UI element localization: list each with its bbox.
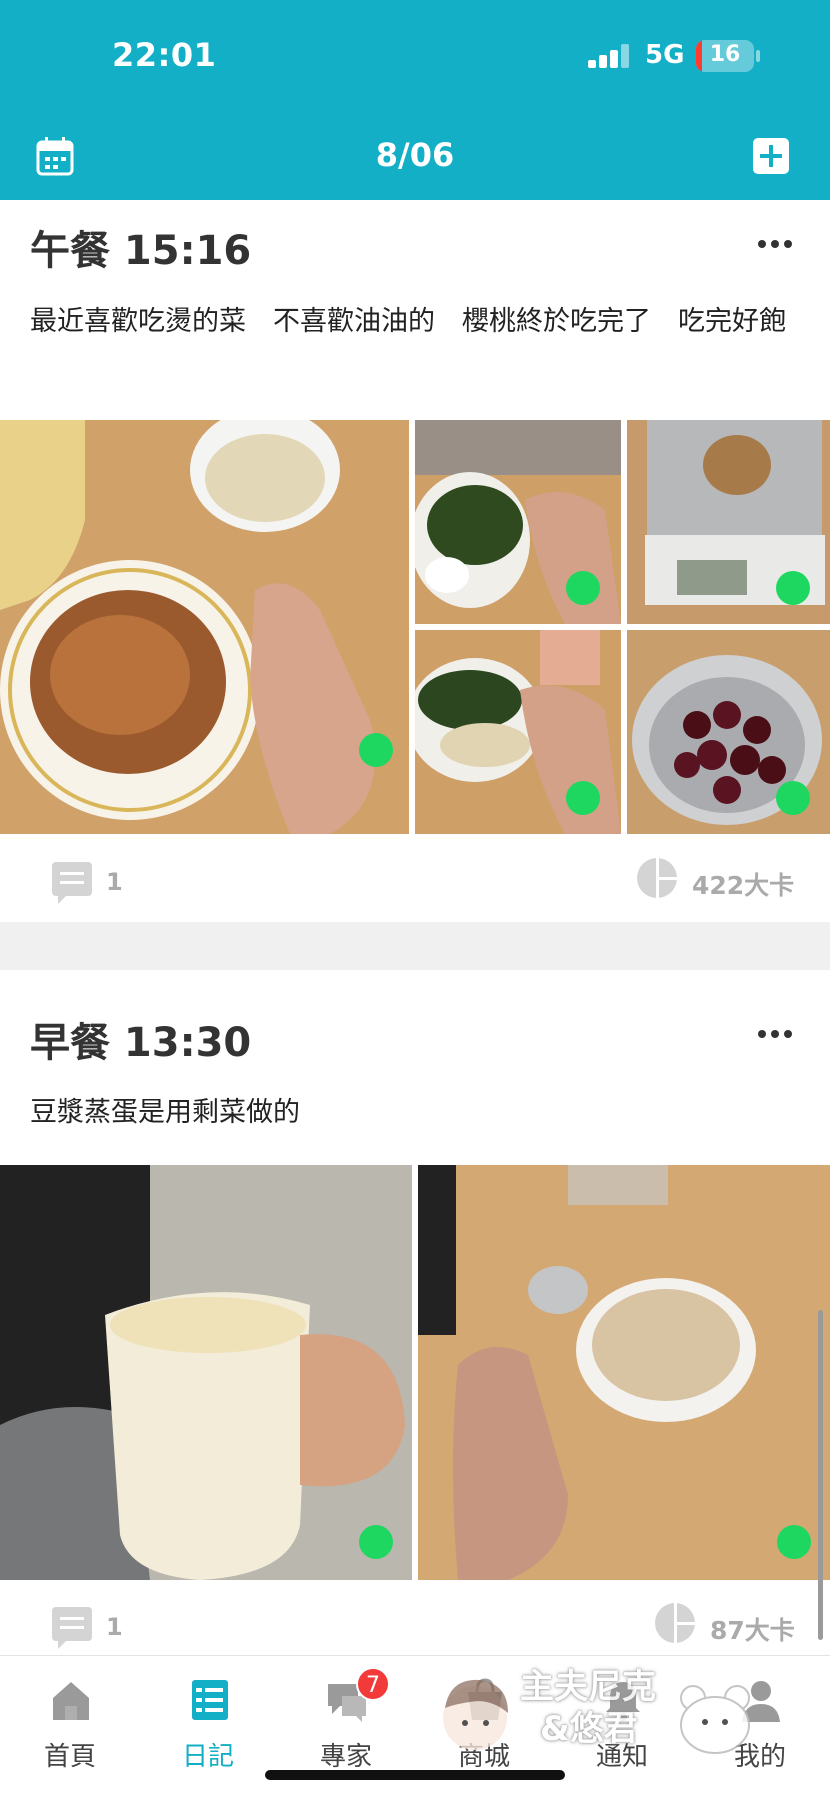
signal-icon bbox=[588, 44, 632, 68]
entry-divider bbox=[0, 922, 830, 970]
scrollbar[interactable] bbox=[818, 1310, 823, 1640]
comment-count: 1 bbox=[106, 868, 123, 896]
meal-title: 午餐 15:16 bbox=[30, 228, 252, 274]
nav-label: 我的 bbox=[733, 1742, 786, 1772]
shop-icon bbox=[468, 1678, 502, 1720]
meal-entry-breakfast: 早餐 13:30 豆漿蒸蛋是用剩菜做的 1 87大卡 bbox=[0, 970, 830, 1655]
nav-diary[interactable]: 日記 bbox=[148, 1670, 268, 1772]
calorie-total: 422大卡 bbox=[692, 871, 795, 900]
home-indicator[interactable] bbox=[265, 1770, 565, 1780]
calorie-total: 87大卡 bbox=[710, 1616, 795, 1645]
nav-home[interactable]: 首頁 bbox=[10, 1670, 130, 1772]
meal-title: 早餐 13:30 bbox=[30, 1020, 252, 1066]
add-entry-icon[interactable] bbox=[753, 138, 789, 174]
meal-photo[interactable] bbox=[415, 420, 621, 624]
nav-label: 專家 bbox=[319, 1742, 372, 1772]
network-type: 5G bbox=[645, 40, 685, 70]
nav-label: 商城 bbox=[457, 1742, 510, 1772]
calorie-icon bbox=[655, 1603, 695, 1643]
status-time: 22:01 bbox=[112, 36, 217, 74]
battery-tip bbox=[756, 50, 760, 62]
meal-photo[interactable] bbox=[415, 630, 621, 834]
battery-icon: 16 bbox=[696, 40, 754, 72]
comment-icon[interactable] bbox=[52, 862, 92, 904]
battery-level: 16 bbox=[709, 42, 741, 67]
meal-note: 最近喜歡吃燙的菜 不喜歡油油的 櫻桃終於吃完了 吃完好飽 bbox=[30, 306, 786, 337]
meal-photo[interactable] bbox=[0, 420, 409, 834]
profile-icon bbox=[742, 1681, 780, 1722]
meal-photo[interactable] bbox=[0, 1165, 412, 1580]
home-icon bbox=[53, 1682, 89, 1720]
meal-photo[interactable] bbox=[627, 630, 830, 834]
meal-meta: 1 422大卡 bbox=[0, 850, 830, 930]
comment-icon[interactable] bbox=[52, 1607, 92, 1649]
meal-note: 豆漿蒸蛋是用剩菜做的 bbox=[30, 1097, 300, 1128]
meal-photo[interactable] bbox=[627, 420, 830, 624]
more-options-icon[interactable] bbox=[758, 1030, 794, 1040]
more-options-icon[interactable] bbox=[758, 240, 794, 250]
calorie-icon bbox=[637, 858, 677, 898]
nav-label: 通知 bbox=[595, 1742, 648, 1772]
nav-shop[interactable]: 商城 bbox=[424, 1670, 544, 1772]
comment-count: 1 bbox=[106, 1613, 123, 1641]
nav-label: 首頁 bbox=[43, 1742, 96, 1772]
meal-photo[interactable] bbox=[418, 1165, 830, 1580]
nav-notifications[interactable]: 通知 bbox=[562, 1670, 682, 1772]
expert-notification-badge: 7 bbox=[356, 1667, 390, 1701]
bell-icon bbox=[606, 1682, 640, 1721]
date-title[interactable]: 8/06 bbox=[0, 136, 830, 174]
nav-label: 日記 bbox=[181, 1742, 234, 1772]
meal-entry-lunch: 午餐 15:16 最近喜歡吃燙的菜 不喜歡油油的 櫻桃終於吃完了 吃完好飽 1 … bbox=[0, 200, 830, 922]
diary-icon bbox=[192, 1680, 228, 1720]
nav-profile[interactable]: 我的 bbox=[700, 1670, 820, 1772]
top-header: 22:01 5G 16 8/06 bbox=[0, 0, 830, 200]
